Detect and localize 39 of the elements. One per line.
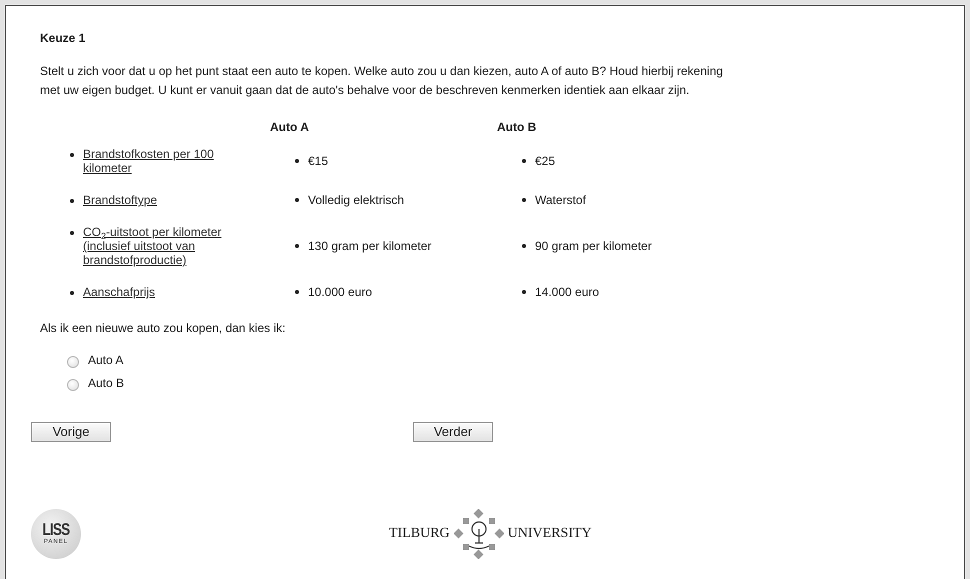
bullet-icon — [295, 198, 299, 202]
attribute-value: 90 gram per kilometer — [535, 239, 652, 253]
logo-text: UNIVERSITY — [508, 526, 592, 542]
next-button[interactable]: Verder — [413, 422, 493, 442]
bullet-icon — [522, 159, 526, 163]
bullet-icon — [70, 153, 74, 157]
bullet-icon — [522, 290, 526, 294]
radio-button[interactable] — [67, 356, 79, 368]
bullet-icon — [70, 291, 74, 295]
question-text: Als ik een nieuwe auto zou kopen, dan kies ik: — [40, 320, 286, 337]
column-header: Auto B — [497, 119, 538, 136]
attribute-value: 10.000 euro — [308, 285, 372, 299]
tree-emblem-icon — [454, 508, 504, 558]
attribute-link[interactable]: Brandstoftype — [83, 193, 233, 207]
attribute-value: 130 gram per kilometer — [308, 239, 432, 253]
attribute-link[interactable]: Aanschafprijs — [83, 285, 233, 299]
option-label[interactable]: Auto A — [88, 353, 124, 367]
attribute-value: Volledig elektrisch — [308, 193, 404, 207]
radio-button[interactable] — [67, 379, 79, 391]
attribute-value: €15 — [308, 154, 328, 168]
intro-text: Stelt u zich voor dat u op het punt staat een auto te kopen. Welke auto zou u dan kiezen, auto A of auto B? Houd hierbij rekening met uw eigen budget. U kunt er vanuit gaan dat de auto's behalve voor de beschreven kenmerken identiek aan elkaar zijn. — [40, 63, 724, 98]
bullet-icon — [295, 159, 299, 163]
column-header: Auto A — [270, 119, 310, 136]
bullet-icon — [295, 290, 299, 294]
option-label[interactable]: Auto B — [88, 376, 124, 390]
attribute-value: €25 — [535, 154, 556, 168]
logo-text: LISS — [42, 522, 70, 538]
question-title: Keuze 1 — [40, 31, 86, 45]
bullet-icon — [70, 231, 74, 235]
attribute-value: 14.000 euro — [535, 285, 600, 299]
attribute-link[interactable]: Brandstofkosten per 100 kilometer — [83, 147, 233, 175]
attribute-value: Waterstof — [535, 193, 586, 207]
logo-text: TILBURG — [389, 526, 450, 542]
bullet-icon — [70, 199, 74, 203]
attribute-link[interactable]: CO$_{2}$-uitstoot per kilometer (inclusief uitstoot van brandstofproductie) — [83, 225, 233, 267]
bullet-icon — [522, 244, 526, 248]
back-button[interactable]: Vorige — [31, 422, 111, 442]
bullet-icon — [295, 244, 299, 248]
bullet-icon — [522, 198, 526, 202]
